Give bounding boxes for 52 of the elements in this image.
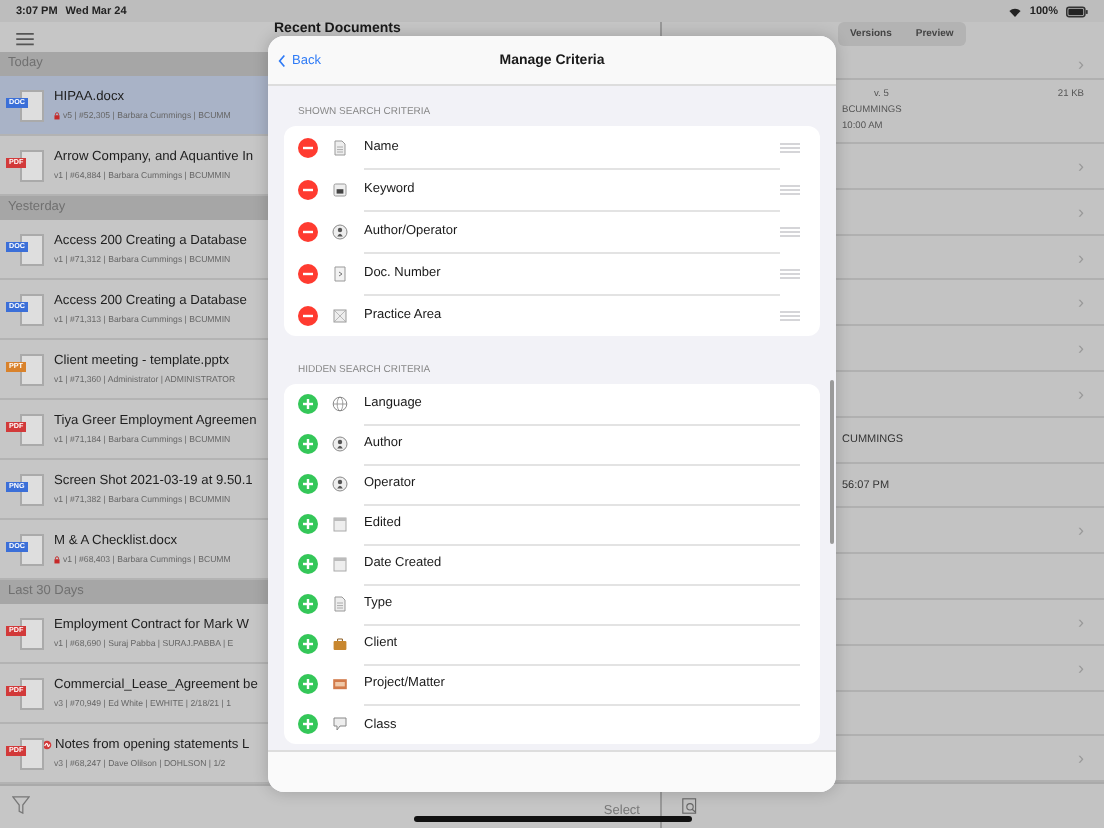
document-icon <box>332 596 348 612</box>
chevron-icon: › <box>1078 338 1084 359</box>
battery-icon <box>1066 5 1088 17</box>
remove-icon[interactable] <box>298 263 318 283</box>
folder-icon <box>332 676 348 692</box>
calendar-icon <box>332 516 348 532</box>
document-icon <box>332 139 348 155</box>
add-icon[interactable] <box>298 474 318 494</box>
drag-handle-icon[interactable] <box>780 141 800 153</box>
remove-icon[interactable] <box>298 137 318 157</box>
globe-icon <box>332 396 348 412</box>
document-search-icon[interactable] <box>682 798 698 815</box>
chevron-icon: › <box>1078 155 1084 176</box>
chevron-icon: › <box>1078 53 1084 74</box>
chevron-icon: › <box>1078 748 1084 769</box>
document-icon <box>332 265 348 281</box>
keyboard-icon <box>332 181 348 197</box>
add-icon[interactable] <box>298 594 318 614</box>
chevron-icon: › <box>1078 247 1084 268</box>
drag-handle-icon[interactable] <box>780 183 800 195</box>
drag-handle-icon[interactable] <box>780 267 800 279</box>
chevron-icon: › <box>1078 657 1084 678</box>
chevron-icon: › <box>1078 292 1084 313</box>
menu-icon[interactable] <box>16 32 34 46</box>
wifi-icon <box>1007 5 1022 17</box>
chevron-icon: › <box>1078 611 1084 632</box>
person-icon <box>332 436 348 452</box>
add-icon[interactable] <box>298 394 318 414</box>
remove-icon[interactable] <box>298 179 318 199</box>
drag-handle-icon[interactable] <box>780 309 800 321</box>
chevron-icon: › <box>1078 201 1084 222</box>
add-icon[interactable] <box>298 634 318 654</box>
add-icon[interactable] <box>298 554 318 574</box>
remove-icon[interactable] <box>298 221 318 241</box>
calendar-icon <box>332 556 348 572</box>
person-icon <box>332 223 348 239</box>
briefcase-icon <box>332 636 348 652</box>
add-icon[interactable] <box>298 434 318 454</box>
remove-icon[interactable] <box>298 305 318 325</box>
lock-icon <box>54 555 60 563</box>
chevron-icon: › <box>1078 383 1084 404</box>
signature-icon <box>42 740 52 750</box>
add-icon[interactable] <box>298 674 318 694</box>
drag-handle-icon[interactable] <box>780 225 800 237</box>
chevron-icon: › <box>1078 520 1084 541</box>
add-icon[interactable] <box>298 514 318 534</box>
filter-icon[interactable] <box>12 796 30 814</box>
add-icon[interactable] <box>298 714 318 734</box>
person-icon <box>332 476 348 492</box>
lock-icon <box>54 111 60 119</box>
chevron-icon <box>278 53 286 67</box>
grid-icon <box>332 307 348 323</box>
